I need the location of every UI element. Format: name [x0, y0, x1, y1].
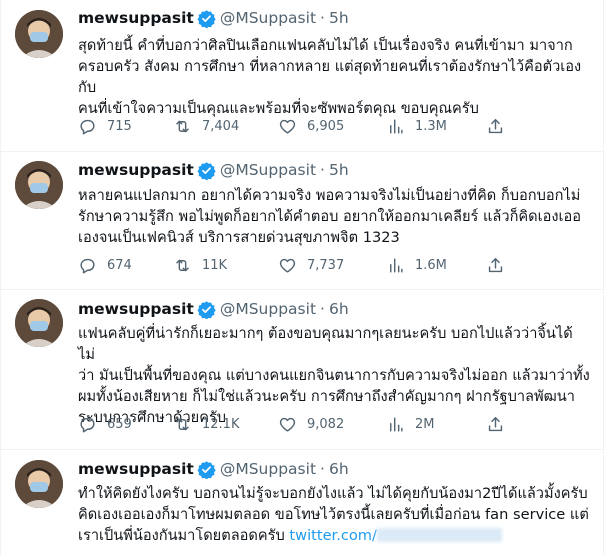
retweet-button[interactable]: 7,404	[173, 117, 239, 136]
tweet-feed: mewsuppasit @MSuppasit · 5h สุดท้ายนี้ ค…	[0, 0, 604, 555]
views-chart-icon	[390, 258, 403, 273]
tweet-text: ทำให้คิดยังไงครับ บอกจนไม่รู้จะบอกยังไงแ…	[78, 483, 593, 546]
tweet-text: หลายคนแปลกมาก อยากได้ความจริง พอความจริง…	[78, 187, 582, 246]
user-handle[interactable]: @MSuppasit	[220, 160, 316, 180]
tweet-text: แฟนคลับคู่ที่น่ารักก็เยอะมากๆ ต้องขอบคุณ…	[78, 325, 590, 426]
like-count: 9,082	[307, 417, 345, 432]
reply-button[interactable]: 659	[78, 415, 132, 434]
redacted-link-blur	[376, 528, 502, 542]
tweet[interactable]: mewsuppasit @MSuppasit · 6h ทำให้คิดยังไ…	[1, 450, 603, 555]
retweet-button[interactable]: 12.1K	[173, 415, 239, 434]
retweet-count: 7,404	[202, 119, 240, 134]
tweet[interactable]: mewsuppasit @MSuppasit · 5h หลายคนแปลกมา…	[1, 152, 603, 290]
retweet-button[interactable]: 11K	[173, 256, 227, 275]
tweet-header: mewsuppasit @MSuppasit · 6h	[78, 299, 349, 319]
tweet-link[interactable]: twitter.com/	[289, 527, 377, 544]
verified-badge-icon	[197, 9, 216, 28]
tweet-actions: 674 11K 7,737 1.6M	[78, 256, 518, 278]
verified-badge-icon	[197, 161, 216, 180]
retweet-icon	[176, 259, 189, 272]
like-button[interactable]: 9,082	[278, 415, 344, 434]
heart-icon	[279, 119, 296, 134]
share-button[interactable]	[486, 256, 505, 275]
timestamp[interactable]: 6h	[329, 459, 349, 479]
views-chart-icon	[390, 119, 403, 134]
retweet-count: 12.1K	[202, 417, 240, 432]
heart-icon	[279, 258, 296, 273]
tweet[interactable]: mewsuppasit @MSuppasit · 6h แฟนคลับคู่ที…	[1, 290, 603, 450]
retweet-icon	[176, 120, 189, 133]
avatar[interactable]	[15, 161, 63, 209]
separator-dot: ·	[320, 161, 325, 179]
reply-button[interactable]: 715	[78, 117, 132, 136]
view-count: 1.3M	[415, 119, 447, 134]
share-icon	[488, 258, 503, 273]
like-count: 6,905	[307, 119, 345, 134]
tweet-header: mewsuppasit @MSuppasit · 6h	[78, 459, 349, 479]
reply-icon	[80, 119, 95, 135]
timestamp[interactable]: 6h	[329, 299, 349, 319]
view-count: 2M	[415, 417, 435, 432]
display-name[interactable]: mewsuppasit	[78, 299, 194, 319]
views-button[interactable]: 2M	[386, 415, 435, 434]
avatar[interactable]	[15, 10, 63, 58]
like-count: 7,737	[307, 258, 345, 273]
reply-button[interactable]: 674	[78, 256, 132, 275]
reply-count: 715	[107, 119, 132, 134]
user-handle[interactable]: @MSuppasit	[220, 8, 316, 28]
retweet-icon	[176, 418, 189, 431]
share-button[interactable]	[486, 415, 505, 434]
views-button[interactable]: 1.3M	[386, 117, 447, 136]
reply-icon	[80, 258, 95, 274]
user-handle[interactable]: @MSuppasit	[220, 459, 316, 479]
share-icon	[488, 119, 503, 134]
tweet[interactable]: mewsuppasit @MSuppasit · 5h สุดท้ายนี้ ค…	[1, 0, 603, 152]
timestamp[interactable]: 5h	[329, 8, 349, 28]
tweet-actions: 659 12.1K 9,082 2M	[78, 415, 518, 437]
separator-dot: ·	[320, 300, 325, 318]
display-name[interactable]: mewsuppasit	[78, 160, 194, 180]
separator-dot: ·	[320, 9, 325, 27]
avatar[interactable]	[15, 460, 63, 508]
tweet-actions: 715 7,404 6,905 1.3M	[78, 117, 518, 139]
retweet-count: 11K	[202, 258, 228, 273]
heart-icon	[279, 417, 296, 432]
display-name[interactable]: mewsuppasit	[78, 459, 194, 479]
tweet-text: สุดท้ายนี้ คำที่บอกว่าศิลปินเลือกแฟนคลับ…	[78, 37, 582, 117]
user-handle[interactable]: @MSuppasit	[220, 299, 316, 319]
reply-count: 659	[107, 417, 132, 432]
tweet-header: mewsuppasit @MSuppasit · 5h	[78, 160, 349, 180]
reply-count: 674	[107, 258, 132, 273]
view-count: 1.6M	[415, 258, 447, 273]
reply-icon	[80, 417, 95, 433]
like-button[interactable]: 6,905	[278, 117, 344, 136]
separator-dot: ·	[320, 460, 325, 478]
verified-badge-icon	[197, 460, 216, 479]
tweet-header: mewsuppasit @MSuppasit · 5h	[78, 8, 349, 28]
timestamp[interactable]: 5h	[329, 160, 349, 180]
avatar[interactable]	[15, 299, 63, 347]
verified-badge-icon	[197, 300, 216, 319]
views-chart-icon	[390, 417, 403, 432]
share-icon	[488, 417, 503, 432]
like-button[interactable]: 7,737	[278, 256, 344, 275]
views-button[interactable]: 1.6M	[386, 256, 447, 275]
display-name[interactable]: mewsuppasit	[78, 8, 194, 28]
share-button[interactable]	[486, 117, 505, 136]
